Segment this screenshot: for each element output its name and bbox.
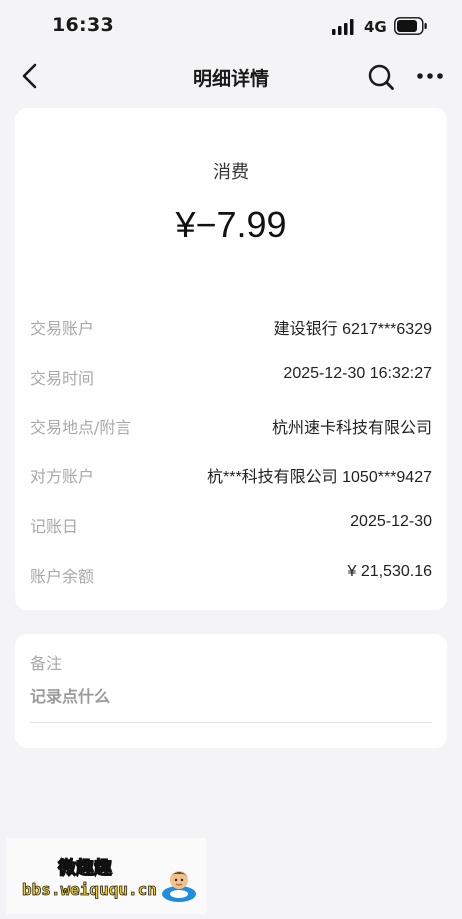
search-icon[interactable] xyxy=(367,63,395,91)
detail-value: 2025-12-30 xyxy=(350,513,432,530)
watermark-mascot-icon xyxy=(162,871,196,902)
detail-label: 账户余额 xyxy=(30,567,95,586)
detail-row-counterparty: 对方账户 杭***科技有限公司 1050***9427 xyxy=(30,463,432,487)
transaction-amount: ¥−7.99 xyxy=(175,204,287,245)
note-card: 备注 xyxy=(15,634,447,748)
detail-label: 交易账户 xyxy=(30,319,95,338)
transaction-type: 消费 xyxy=(213,162,249,183)
detail-label: 交易时间 xyxy=(30,369,95,388)
detail-label: 记账日 xyxy=(30,517,79,536)
battery-icon xyxy=(394,17,427,35)
detail-value: 杭州速卡科技有限公司 xyxy=(271,420,432,437)
detail-row-balance: 账户余额 ¥ 21,530.16 xyxy=(30,563,432,587)
transaction-detail-card: 消费 ¥−7.99 交易账户 建设银行 6217***6329 交易时间 202… xyxy=(15,108,447,610)
detail-row-location: 交易地点/附言 杭州速卡科技有限公司 xyxy=(30,414,432,438)
watermark-title: 微趣趣 xyxy=(57,857,112,879)
detail-row-posting-date: 记账日 2025-12-30 xyxy=(30,513,432,537)
note-label: 备注 xyxy=(30,654,63,673)
detail-value: 2025-12-30 16:32:27 xyxy=(283,365,432,382)
detail-label: 对方账户 xyxy=(30,467,95,486)
network-type: 4G xyxy=(364,18,387,36)
note-underline xyxy=(30,722,432,723)
note-input[interactable] xyxy=(30,684,432,708)
watermark: 微趣趣 bbs.weiququ.cn xyxy=(6,838,206,914)
detail-value: ¥ 21,530.16 xyxy=(347,563,432,580)
watermark-url: bbs.weiququ.cn xyxy=(22,880,158,900)
status-time: 16:33 xyxy=(52,14,114,36)
nav-bar: 明细详情 xyxy=(0,54,462,98)
status-bar: 16:33 4G xyxy=(0,0,462,54)
detail-row-time: 交易时间 2025-12-30 16:32:27 xyxy=(30,365,432,389)
detail-label: 交易地点/附言 xyxy=(30,418,132,437)
detail-value: 建设银行 6217***6329 xyxy=(273,321,432,338)
detail-value: 杭***科技有限公司 1050***9427 xyxy=(207,469,432,486)
detail-row-account: 交易账户 建设银行 6217***6329 xyxy=(30,315,432,339)
signal-icon xyxy=(332,19,354,35)
more-icon[interactable] xyxy=(416,71,444,81)
